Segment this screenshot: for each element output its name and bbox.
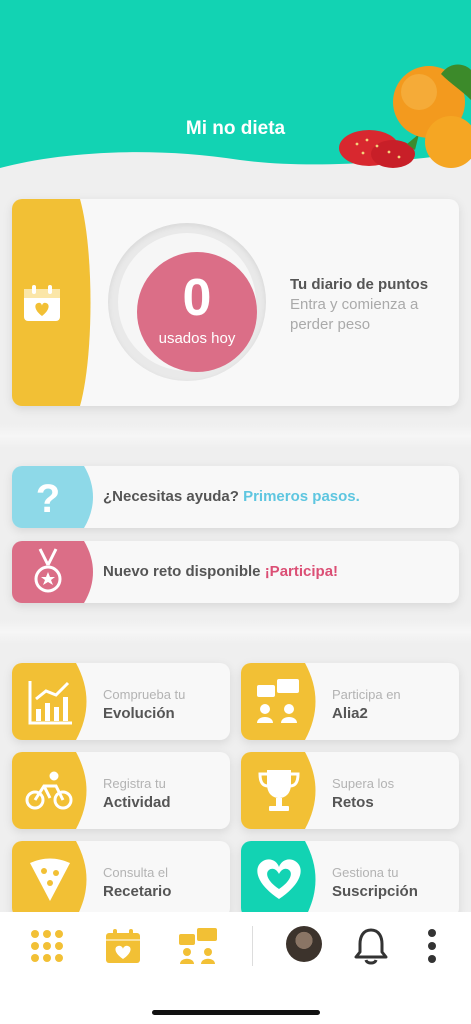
grid-icon <box>31 930 63 962</box>
tile-side <box>241 841 316 918</box>
tile-subtitle: Supera los <box>332 776 395 791</box>
tile-suscripcion[interactable]: Gestiona tu Suscripción <box>241 841 459 918</box>
tile-subtitle: Comprueba tu <box>103 687 186 702</box>
bottom-tab-bar <box>0 912 471 1024</box>
tile-subtitle: Gestiona tu <box>332 865 399 880</box>
tile-subtitle: Consulta el <box>103 865 169 880</box>
tile-alia2[interactable]: Participa en Alia2 <box>241 663 459 740</box>
avatar[interactable] <box>286 926 322 962</box>
tab-home[interactable] <box>25 924 69 968</box>
challenge-text: Nuevo reto disponible <box>103 563 261 580</box>
help-banner[interactable]: ? ¿Necesitas ayuda? Primeros pasos. <box>12 466 459 528</box>
challenge-banner-text: Nuevo reto disponible ¡Participa! <box>103 563 338 580</box>
tile-title: Recetario <box>103 883 172 900</box>
tile-title: Evolución <box>103 705 175 722</box>
help-question: ¿Necesitas ayuda? <box>103 488 239 505</box>
tile-side <box>241 663 316 740</box>
page-title: Mi no dieta <box>185 118 286 139</box>
tab-diary[interactable] <box>101 924 145 968</box>
tile-side <box>12 841 87 918</box>
tab-community[interactable] <box>176 924 220 968</box>
help-banner-text: ¿Necesitas ayuda? Primeros pasos. <box>103 488 360 505</box>
more-icon <box>428 929 436 963</box>
points-diary-card[interactable]: 0 usados hoy Tu diario de puntos Entra y… <box>12 199 459 406</box>
tile-side <box>241 752 316 829</box>
tile-title: Retos <box>332 794 374 811</box>
points-value: 0 <box>182 269 212 327</box>
challenge-banner-side <box>12 541 93 603</box>
diary-description: Entra y comienza a perder peso <box>290 296 419 333</box>
calendar-heart-icon <box>24 285 60 321</box>
tile-recetario[interactable]: Consulta el Recetario <box>12 841 230 918</box>
tile-side <box>12 752 87 829</box>
question-icon: ? <box>36 477 60 521</box>
fruit-illustration <box>339 64 471 168</box>
tile-subtitle: Participa en <box>332 687 401 702</box>
help-banner-side: ? <box>12 466 93 528</box>
tile-retos[interactable]: Supera los Retos <box>241 752 459 829</box>
tile-side <box>12 663 87 740</box>
header: Mi no dieta <box>0 0 471 175</box>
tile-title: Suscripción <box>332 883 418 900</box>
tile-subtitle: Registra tu <box>103 776 166 791</box>
tile-title: Alia2 <box>332 705 368 722</box>
tab-more[interactable] <box>410 924 454 968</box>
points-counter: 0 usados hoy <box>137 252 257 372</box>
tab-divider <box>252 926 253 966</box>
help-link[interactable]: Primeros pasos. <box>243 488 360 505</box>
chat-icon <box>179 928 217 964</box>
challenge-link[interactable]: ¡Participa! <box>265 563 338 580</box>
home-indicator <box>152 1010 320 1015</box>
challenge-banner[interactable]: Nuevo reto disponible ¡Participa! <box>12 541 459 603</box>
section-divider <box>0 620 471 644</box>
bell-icon <box>354 928 388 965</box>
calendar-heart-icon <box>106 929 140 963</box>
points-ring: 0 usados hoy <box>108 223 266 381</box>
points-label: usados hoy <box>158 330 236 347</box>
diary-card-side <box>12 199 91 406</box>
section-divider <box>0 424 471 448</box>
tab-notifications[interactable] <box>349 924 393 968</box>
diary-title: Tu diario de puntos <box>290 276 429 293</box>
tile-title: Actividad <box>103 794 171 811</box>
tile-evolucion[interactable]: Comprueba tu Evolución <box>12 663 230 740</box>
tile-actividad[interactable]: Registra tu Actividad <box>12 752 230 829</box>
